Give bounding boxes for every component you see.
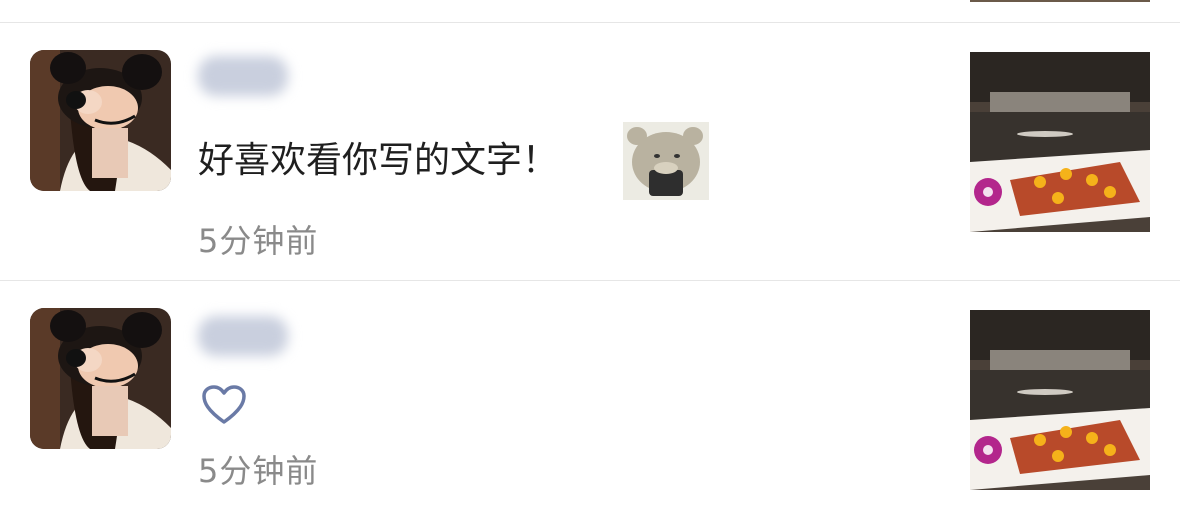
comment-text: 好喜欢看你写的文字！ xyxy=(198,140,559,181)
bear-with-phone-sticker xyxy=(623,122,709,200)
avatar[interactable] xyxy=(30,50,171,191)
notification-list: 好喜欢看你写的文字！ 5分钟前 5分钟前 xyxy=(0,0,1180,506)
heart-outline-icon xyxy=(201,384,247,426)
avatar[interactable] xyxy=(30,308,171,449)
timestamp: 5分钟前 xyxy=(198,452,319,490)
notification-item-comment[interactable]: 好喜欢看你写的文字！ 5分钟前 xyxy=(0,0,1180,280)
blurred-username[interactable] xyxy=(198,316,288,356)
post-thumbnail[interactable] xyxy=(970,310,1150,490)
notification-item-like[interactable]: 5分钟前 xyxy=(0,280,1180,506)
timestamp: 5分钟前 xyxy=(198,222,319,260)
post-thumbnail[interactable] xyxy=(970,52,1150,232)
blurred-username[interactable] xyxy=(198,56,288,96)
